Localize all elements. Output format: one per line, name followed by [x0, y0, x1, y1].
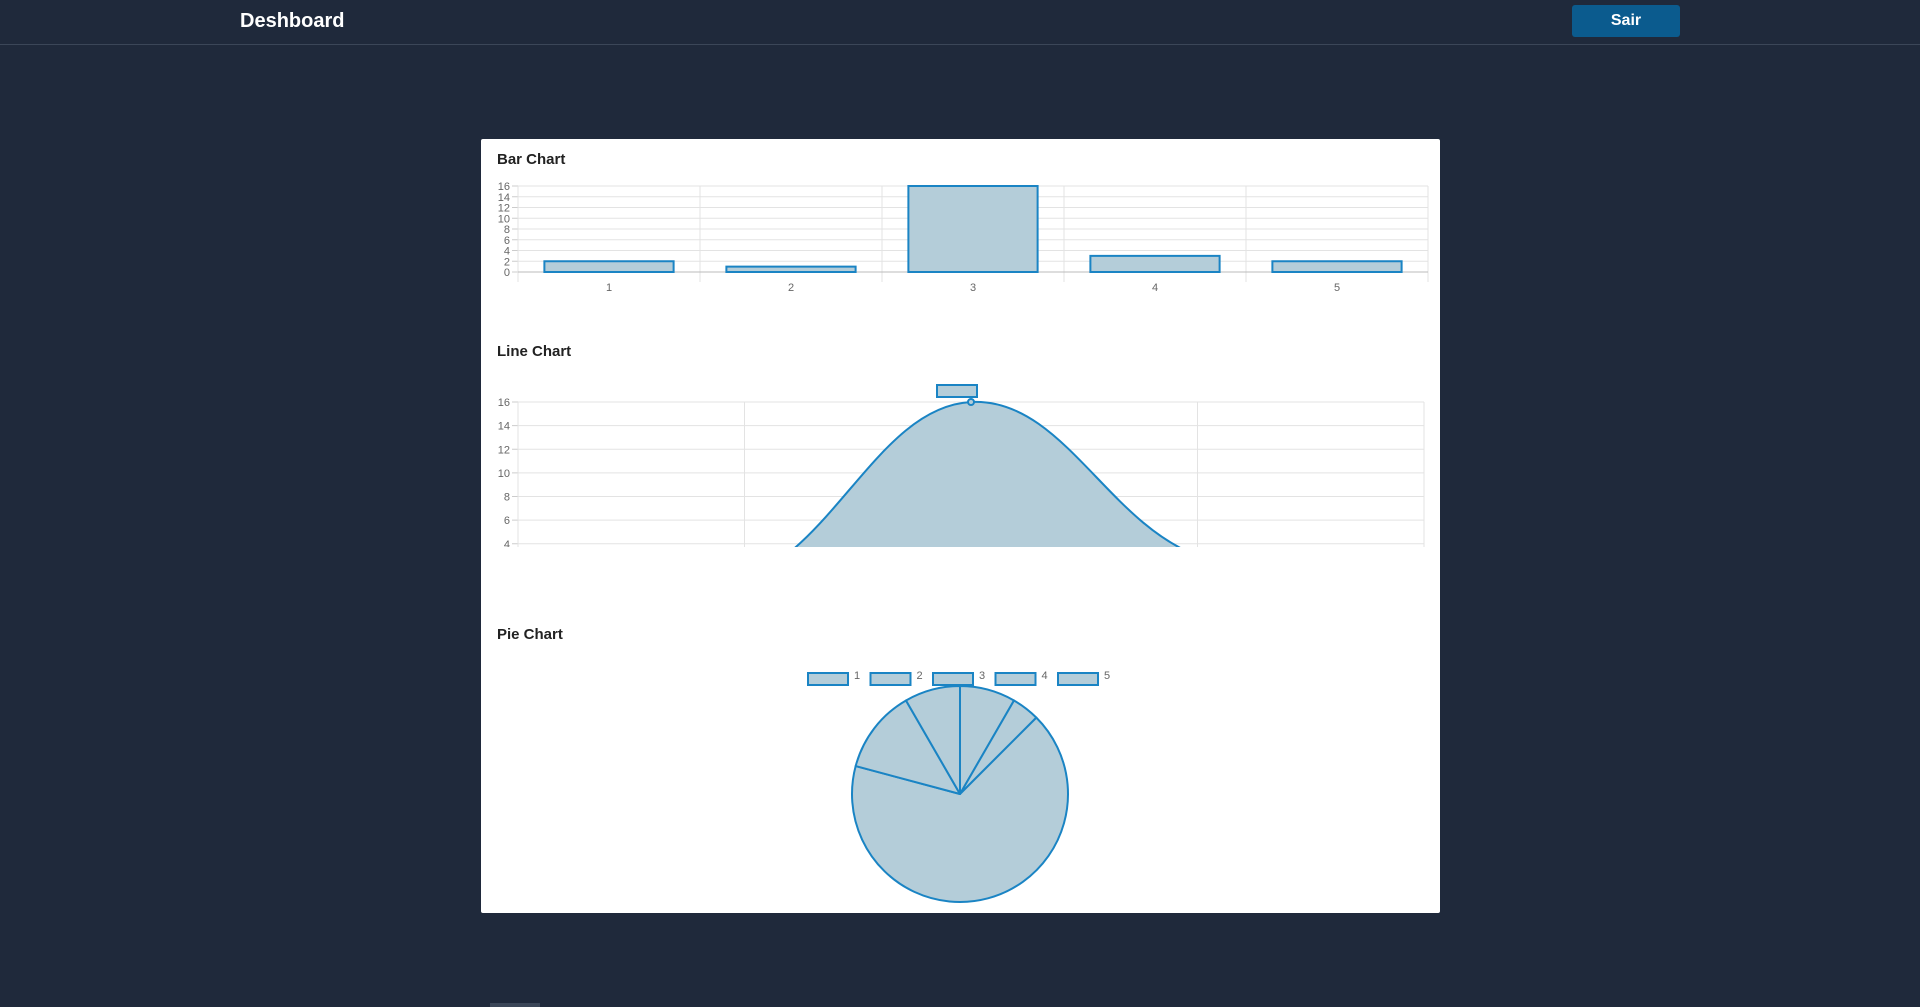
line-chart: 024681012141612345: [498, 384, 1425, 547]
line-chart-title: Line Chart: [497, 343, 572, 360]
bar-ytick-label: 2: [504, 256, 510, 268]
line-ytick-label: 4: [504, 539, 510, 547]
pie-legend-swatch: [807, 672, 849, 686]
line-ytick-label: 6: [504, 515, 510, 527]
app-title: Deshboard: [240, 10, 345, 32]
bar-ytick-label: 16: [498, 181, 510, 193]
line-ytick-label: 8: [504, 492, 510, 504]
bar: [907, 185, 1039, 273]
pie-legend-swatch: [932, 672, 974, 686]
line-ytick-label: 12: [498, 444, 510, 456]
pie-chart: 1 2 3 4 5: [807, 670, 1110, 903]
logout-button[interactable]: Sair: [1572, 5, 1680, 37]
line-ytick-label: 16: [498, 397, 510, 409]
pie-legend-label: 5: [1104, 670, 1110, 682]
pie-legend-label: 1: [854, 670, 860, 682]
bar-chart: 02468101214161 2 3 4 5: [498, 181, 1429, 294]
line-point: [967, 398, 975, 406]
pie-legend-label: 3: [979, 670, 985, 682]
top-navbar: Deshboard Sair: [0, 0, 1920, 45]
bar-xtick-label: 4: [1152, 282, 1158, 294]
line-legend-swatch: [936, 384, 978, 398]
charts-card: Bar Chart 0 2 4 6 8 10 12 14 16 1 2 3 4 5 Line Chart …: [481, 139, 1440, 913]
pie-legend-swatch: [1057, 672, 1099, 686]
bar-ytick-label: 12: [498, 203, 510, 215]
pie-legend-label: 4: [1042, 670, 1048, 682]
bar: [725, 265, 857, 273]
bar-xtick-label: 2: [788, 282, 794, 294]
bar-chart-title: Bar Chart: [497, 151, 566, 168]
bottom-scroll-indicator: [490, 1003, 540, 1007]
bar-ytick-label: 8: [504, 224, 510, 236]
bar-xtick-label: 1: [606, 282, 612, 294]
bar: [1271, 260, 1403, 273]
bar-xtick-label: 3: [970, 282, 976, 294]
pie-chart-title: Pie Chart: [497, 626, 563, 643]
bar-ytick-label: 10: [498, 213, 510, 225]
bar-ytick-label: 0: [504, 267, 510, 279]
bar: [543, 260, 675, 273]
bar: [1089, 254, 1221, 273]
bar-ytick-label: 4: [504, 246, 510, 258]
pie-legend-swatch: [869, 672, 912, 686]
pie-legend-swatch: [994, 672, 1037, 686]
pie-legend-label: 2: [917, 670, 923, 682]
line-area: [795, 401, 1179, 547]
line-ytick-label: 14: [498, 421, 510, 433]
line-ytick-label: 10: [498, 468, 510, 480]
bar-ytick-label: 14: [498, 192, 510, 204]
bar-xtick-label: 5: [1334, 282, 1340, 294]
bar-ytick-label: 6: [504, 235, 510, 247]
